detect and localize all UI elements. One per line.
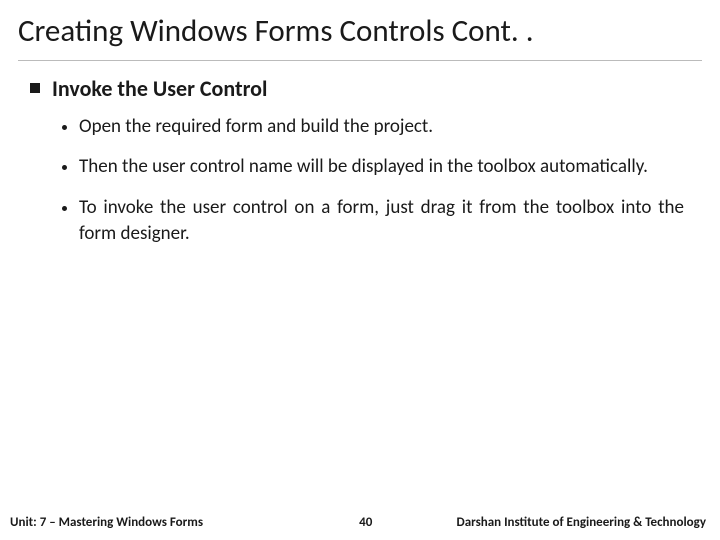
section-heading-row: Invoke the User Control [28,75,688,102]
dot-bullet-icon [62,165,67,170]
square-bullet-icon [30,83,40,93]
footer-unit: Unit: 7 – Mastering Windows Forms [10,515,203,530]
section-heading: Invoke the User Control [52,75,267,102]
bullet-text: Then the user control name will be displ… [79,154,648,181]
footer-organization: Darshan Institute of Engineering & Techn… [457,515,707,530]
bullet-text: Open the required form and build the pro… [79,114,433,141]
footer-page-number: 40 [275,515,456,530]
bullet-list: Open the required form and build the pro… [28,114,688,248]
slide-content: Invoke the User Control Open the require… [18,61,702,248]
bullet-text: To invoke the user control on a form, ju… [79,195,684,248]
list-item: Open the required form and build the pro… [62,114,684,141]
list-item: To invoke the user control on a form, ju… [62,195,684,248]
dot-bullet-icon [62,206,67,211]
slide: Creating Windows Forms Controls Cont. . … [0,0,720,540]
slide-title: Creating Windows Forms Controls Cont. . [18,12,702,61]
list-item: Then the user control name will be displ… [62,154,684,181]
slide-footer: Unit: 7 – Mastering Windows Forms 40 Dar… [0,515,720,530]
dot-bullet-icon [62,125,67,130]
